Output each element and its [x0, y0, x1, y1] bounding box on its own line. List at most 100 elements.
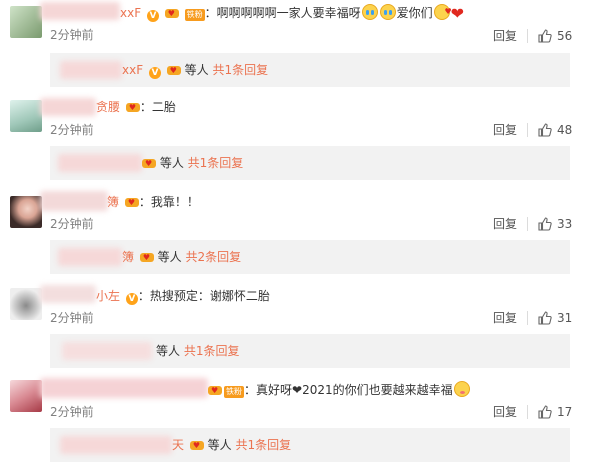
redacted-username — [40, 285, 96, 303]
like-count: 48 — [557, 123, 573, 137]
crown-heart-icon: ♥ — [142, 156, 156, 168]
redacted-username — [58, 248, 122, 266]
avatar[interactable] — [10, 100, 42, 132]
fan-badge-icon: 铁粉 — [184, 9, 205, 21]
crying-emoji-icon — [361, 4, 378, 20]
reply-suffix: 等人 — [157, 250, 182, 264]
comment-line: 贪腰 ♥ ：二胎 — [96, 100, 176, 114]
redacted-username — [40, 2, 120, 20]
comment-time: 2分钟前 — [50, 123, 94, 137]
comment-line: ♥ 铁粉 ：真好呀❤2021的你们也要越来越幸福 — [206, 381, 471, 399]
reply-summary[interactable]: 簿 ♥ 等人 共2条回复 — [50, 240, 570, 274]
reply-suffix: 等人 — [156, 344, 181, 358]
crown-heart-icon: ♥ — [125, 100, 140, 112]
reply-button[interactable]: 回复 — [493, 28, 517, 44]
crying-emoji-icon — [379, 4, 396, 20]
reply-summary[interactable]: ♥ 等人 共1条回复 — [50, 146, 570, 180]
crown-heart-icon: ♥ — [166, 63, 181, 75]
like-button[interactable]: 17 — [538, 404, 572, 420]
v-badge-icon: V — [146, 10, 159, 22]
fan-badge-icon: 铁粉 — [224, 386, 244, 398]
crown-heart-icon: ♥ — [189, 438, 204, 450]
like-button[interactable]: 48 — [538, 122, 572, 138]
thumb-up-icon — [538, 217, 552, 231]
reply-summary-line: 天 ♥ 等人 共1条回复 — [172, 437, 291, 453]
username[interactable]: 簿 — [107, 195, 119, 209]
like-button[interactable]: 31 — [538, 310, 572, 326]
blush-emoji-icon — [453, 381, 470, 397]
crown-heart-icon: ♥ — [124, 195, 139, 207]
comment-time: 2分钟前 — [50, 28, 94, 42]
reply-username[interactable]: 天 — [172, 438, 184, 452]
thumb-up-icon — [538, 123, 552, 137]
username[interactable]: 小左 — [96, 289, 120, 303]
reply-button[interactable]: 回复 — [493, 310, 517, 326]
redacted-username — [60, 436, 172, 454]
divider — [527, 123, 528, 137]
comment-line: xxF V ♥ 铁粉：啊啊啊啊啊一家人要幸福呀爱你们❤ — [120, 3, 465, 23]
comment-time: 2分钟前 — [50, 217, 94, 231]
thumb-up-icon — [538, 405, 552, 419]
comment-time: 2分钟前 — [50, 405, 94, 419]
reply-summary[interactable]: 等人 共1条回复 — [50, 334, 570, 368]
comment-line: 小左 V ：热搜预定：谢娜怀二胎 — [96, 289, 270, 305]
like-count: 56 — [557, 29, 573, 43]
reply-suffix: 等人 — [159, 156, 184, 170]
thumb-up-icon — [538, 29, 552, 43]
reply-summary-line: 等人 共1条回复 — [156, 343, 239, 359]
v-badge-icon: V — [148, 67, 161, 79]
crown-heart-icon: ♥ — [139, 250, 154, 262]
comment-text: 真好呀 — [256, 383, 293, 397]
reply-suffix: 等人 — [207, 438, 232, 452]
comment-time: 2分钟前 — [50, 311, 94, 325]
divider — [527, 217, 528, 231]
comment-text: 热搜预定：谢娜怀二胎 — [149, 289, 270, 303]
reply-button[interactable]: 回复 — [493, 216, 517, 232]
divider — [527, 29, 528, 43]
kiss-emoji-icon — [433, 3, 452, 21]
divider — [527, 311, 528, 325]
reply-count-link[interactable]: 共1条回复 — [188, 156, 244, 170]
redacted-username — [40, 191, 108, 211]
reply-username[interactable]: 簿 — [122, 250, 134, 264]
avatar[interactable] — [10, 288, 42, 320]
comment-text: 2021的你们也要越来越幸福 — [302, 383, 453, 397]
divider — [527, 405, 528, 419]
heart-icon: ❤ — [292, 383, 303, 397]
like-button[interactable]: 56 — [538, 28, 572, 44]
avatar[interactable] — [10, 196, 42, 228]
redacted-username — [40, 98, 96, 116]
comment-text: 啊啊啊啊啊一家人要幸福呀 — [216, 6, 361, 20]
like-button[interactable]: 33 — [538, 216, 572, 232]
avatar[interactable] — [10, 6, 42, 38]
like-count: 33 — [557, 217, 573, 231]
username[interactable]: 贪腰 — [96, 100, 120, 114]
reply-count-link[interactable]: 共1条回复 — [212, 63, 268, 77]
avatar[interactable] — [10, 380, 42, 412]
reply-summary-line: 簿 ♥ 等人 共2条回复 — [122, 249, 241, 265]
redacted-username — [62, 342, 152, 360]
v-badge-icon: V — [125, 293, 138, 305]
reply-summary[interactable]: xxF V ♥ 等人 共1条回复 — [50, 53, 570, 87]
reply-summary-line: xxF V ♥ 等人 共1条回复 — [122, 62, 268, 79]
reply-button[interactable]: 回复 — [493, 122, 517, 138]
thumb-up-icon — [538, 311, 552, 325]
crown-heart-icon: ♥ — [164, 6, 179, 18]
reply-summary[interactable]: 天 ♥ 等人 共1条回复 — [50, 428, 570, 462]
username[interactable]: xxF — [120, 6, 141, 20]
comment-line: 簿 ♥ ：我靠！！ — [107, 195, 199, 209]
reply-count-link[interactable]: 共1条回复 — [184, 344, 240, 358]
reply-button[interactable]: 回复 — [493, 404, 517, 420]
heart-icon: ❤ — [450, 4, 465, 23]
reply-count-link[interactable]: 共2条回复 — [186, 250, 242, 264]
like-count: 31 — [557, 311, 573, 325]
reply-username[interactable]: xxF — [122, 63, 143, 77]
like-count: 17 — [557, 405, 573, 419]
crown-heart-icon: ♥ — [208, 383, 222, 395]
comment-text: 二胎 — [151, 100, 176, 114]
reply-suffix: 等人 — [184, 63, 209, 77]
reply-count-link[interactable]: 共1条回复 — [236, 438, 292, 452]
redacted-username — [58, 154, 142, 172]
redacted-username — [40, 378, 208, 398]
redacted-username — [60, 61, 122, 79]
